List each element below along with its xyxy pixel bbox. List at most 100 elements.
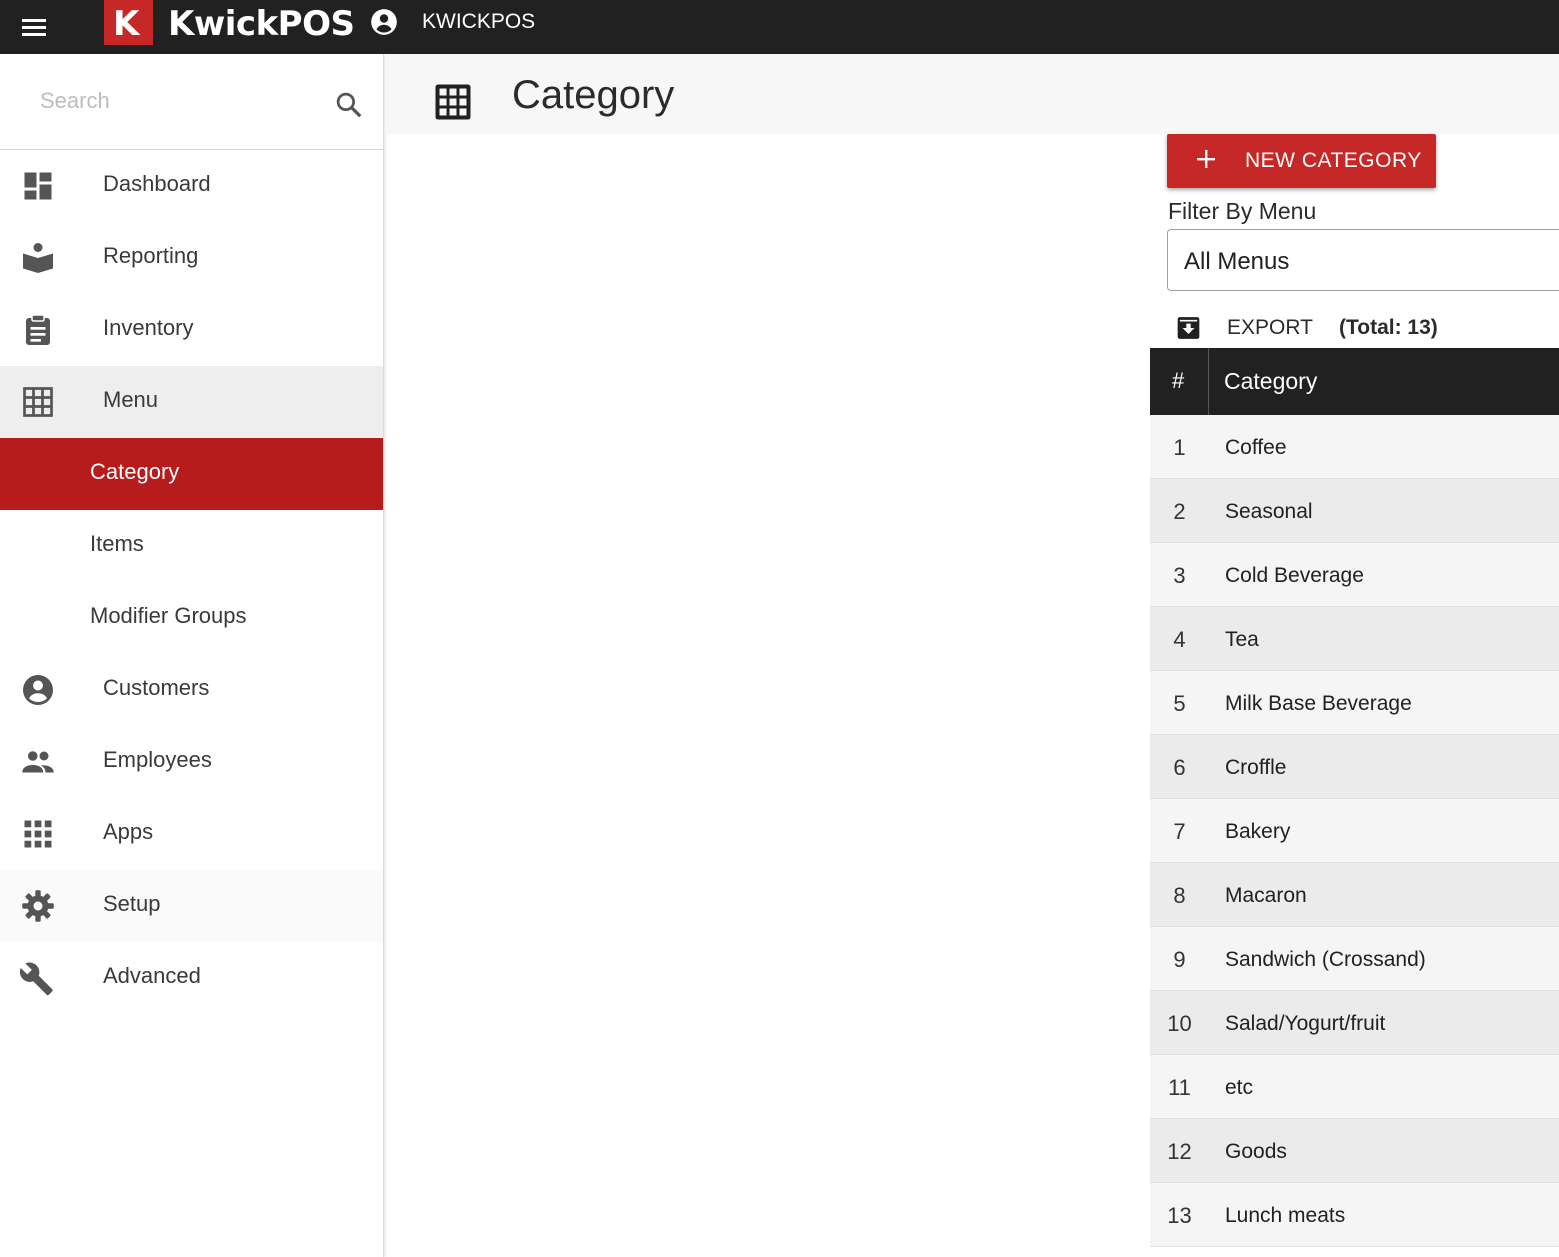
search-input[interactable]	[40, 88, 310, 114]
account-circle-icon[interactable]	[370, 8, 398, 36]
table-row[interactable]: 6 Croffle	[1150, 735, 1559, 799]
row-number: 11	[1168, 1075, 1191, 1100]
sidebar-item-items[interactable]: Items	[0, 510, 383, 582]
grid-icon	[435, 84, 471, 120]
table-row[interactable]: 8 Macaron	[1150, 863, 1559, 927]
page-header: Category	[385, 54, 1559, 134]
sidebar-item-label: Apps	[103, 819, 154, 844]
clipboard-icon	[26, 314, 50, 345]
hamburger-menu-icon[interactable]	[20, 13, 48, 41]
category-table: # Category 1 Coffee 2 Seasonal 3 Cold Bever…	[1150, 348, 1559, 1247]
column-header-category[interactable]: Category	[1224, 368, 1317, 395]
row-number: 3	[1173, 563, 1186, 588]
table-row[interactable]: 12 Goods	[1150, 1119, 1559, 1183]
row-number: 13	[1167, 1203, 1192, 1228]
category-name: etc	[1225, 1076, 1254, 1099]
category-name: Seasonal	[1225, 500, 1313, 523]
sidebar-item-modifier-groups[interactable]: Modifier Groups	[0, 582, 383, 654]
row-number: 6	[1173, 755, 1186, 780]
search-icon[interactable]	[334, 90, 364, 120]
row-number: 2	[1173, 499, 1186, 524]
grid-icon	[23, 387, 53, 417]
column-header-label: #	[1172, 368, 1185, 393]
table-row[interactable]: 3 Cold Beverage	[1150, 543, 1559, 607]
sidebar-item-category[interactable]: Category	[0, 438, 383, 510]
row-number: 5	[1173, 691, 1186, 716]
table-row[interactable]: 11 etc	[1150, 1055, 1559, 1119]
sidebar-item-customers[interactable]: Customers	[0, 654, 383, 726]
plus-icon	[1197, 150, 1215, 168]
sidebar-search	[0, 54, 383, 150]
export-icon[interactable]	[1175, 315, 1202, 341]
sidebar: Dashboard Reporting Inventory Menu Categ…	[0, 54, 384, 1257]
people-icon	[22, 751, 54, 773]
filter-label: Filter By Menu	[1168, 198, 1317, 224]
sidebar-item-label: Inventory	[103, 315, 194, 340]
table-row[interactable]: 10 Salad/Yogurt/fruit	[1150, 991, 1559, 1055]
table-header: # Category	[1150, 348, 1559, 415]
category-name: Tea	[1225, 628, 1259, 651]
table-row[interactable]: 13 Lunch meats	[1150, 1183, 1559, 1247]
category-name: Sandwich (Crossand)	[1225, 948, 1426, 971]
sidebar-item-label: Advanced	[103, 963, 201, 988]
row-number: 7	[1173, 819, 1186, 844]
category-name: Lunch meats	[1225, 1204, 1346, 1227]
row-number: 10	[1167, 1011, 1192, 1036]
sidebar-item-label: Items	[90, 531, 144, 556]
logo-mark: K	[104, 0, 153, 45]
row-number: 8	[1173, 883, 1186, 908]
filter-by-menu-select[interactable]: All Menus	[1167, 229, 1559, 291]
page-title: Category	[512, 73, 675, 117]
table-row[interactable]: 2 Seasonal	[1150, 479, 1559, 543]
sidebar-item-label: Menu	[103, 387, 159, 412]
filter-selected-value: All Menus	[1184, 248, 1290, 275]
table-row[interactable]: 4 Tea	[1150, 607, 1559, 671]
dashboard-icon	[24, 172, 52, 200]
sidebar-item-label: Category	[90, 459, 180, 484]
category-name: Cold Beverage	[1225, 564, 1364, 587]
export-button[interactable]: EXPORT	[1227, 316, 1313, 340]
table-row[interactable]: 5 Milk Base Beverage	[1150, 671, 1559, 735]
category-name: Goods	[1225, 1140, 1287, 1163]
category-name: Croffle	[1225, 756, 1287, 779]
category-name: Bakery	[1225, 820, 1291, 843]
table-row[interactable]: 1 Coffee	[1150, 415, 1559, 479]
category-name: Milk Base Beverage	[1225, 692, 1412, 715]
row-number: 4	[1173, 627, 1186, 652]
table-row[interactable]: 9 Sandwich (Crossand)	[1150, 927, 1559, 991]
sidebar-item-setup[interactable]: Setup	[0, 870, 383, 942]
row-number: 9	[1173, 947, 1186, 972]
row-number: 1	[1173, 435, 1186, 460]
category-name: Macaron	[1225, 884, 1307, 907]
reporting-icon	[23, 243, 53, 273]
column-header-number[interactable]: #	[1150, 348, 1209, 415]
new-category-label: NEW CATEGORY	[1245, 149, 1422, 172]
row-number: 12	[1167, 1139, 1192, 1164]
sidebar-item-reporting[interactable]: Reporting	[0, 222, 383, 294]
account-circle-icon	[23, 675, 53, 705]
category-name: Salad/Yogurt/fruit	[1225, 1012, 1386, 1035]
sidebar-item-label: Employees	[103, 747, 212, 772]
wrench-icon	[20, 962, 53, 996]
sidebar-item-label: Dashboard	[103, 171, 211, 196]
new-category-button[interactable]: NEW CATEGORY	[1167, 134, 1436, 188]
sidebar-item-label: Setup	[103, 891, 161, 916]
logo-letter: K	[113, 4, 140, 44]
sidebar-item-menu[interactable]: Menu	[0, 366, 383, 438]
apps-icon	[24, 820, 52, 848]
sidebar-item-label: Reporting	[103, 243, 199, 268]
sidebar-item-apps[interactable]: Apps	[0, 798, 383, 870]
sidebar-item-employees[interactable]: Employees	[0, 726, 383, 798]
brand-name: KwickPOS	[168, 4, 355, 44]
sidebar-item-dashboard[interactable]: Dashboard	[0, 150, 383, 222]
sidebar-item-advanced[interactable]: Advanced	[0, 942, 383, 1014]
table-row[interactable]: 7 Bakery	[1150, 799, 1559, 863]
gear-icon	[22, 890, 54, 922]
sidebar-item-label: Customers	[103, 675, 210, 700]
sidebar-item-inventory[interactable]: Inventory	[0, 294, 383, 366]
account-name[interactable]: KWICKPOS	[422, 10, 535, 34]
sidebar-item-label: Modifier Groups	[90, 603, 247, 628]
category-name: Coffee	[1225, 436, 1287, 459]
top-app-bar: K KwickPOS KWICKPOS	[0, 0, 1559, 54]
total-count: (Total: 13)	[1339, 316, 1438, 339]
